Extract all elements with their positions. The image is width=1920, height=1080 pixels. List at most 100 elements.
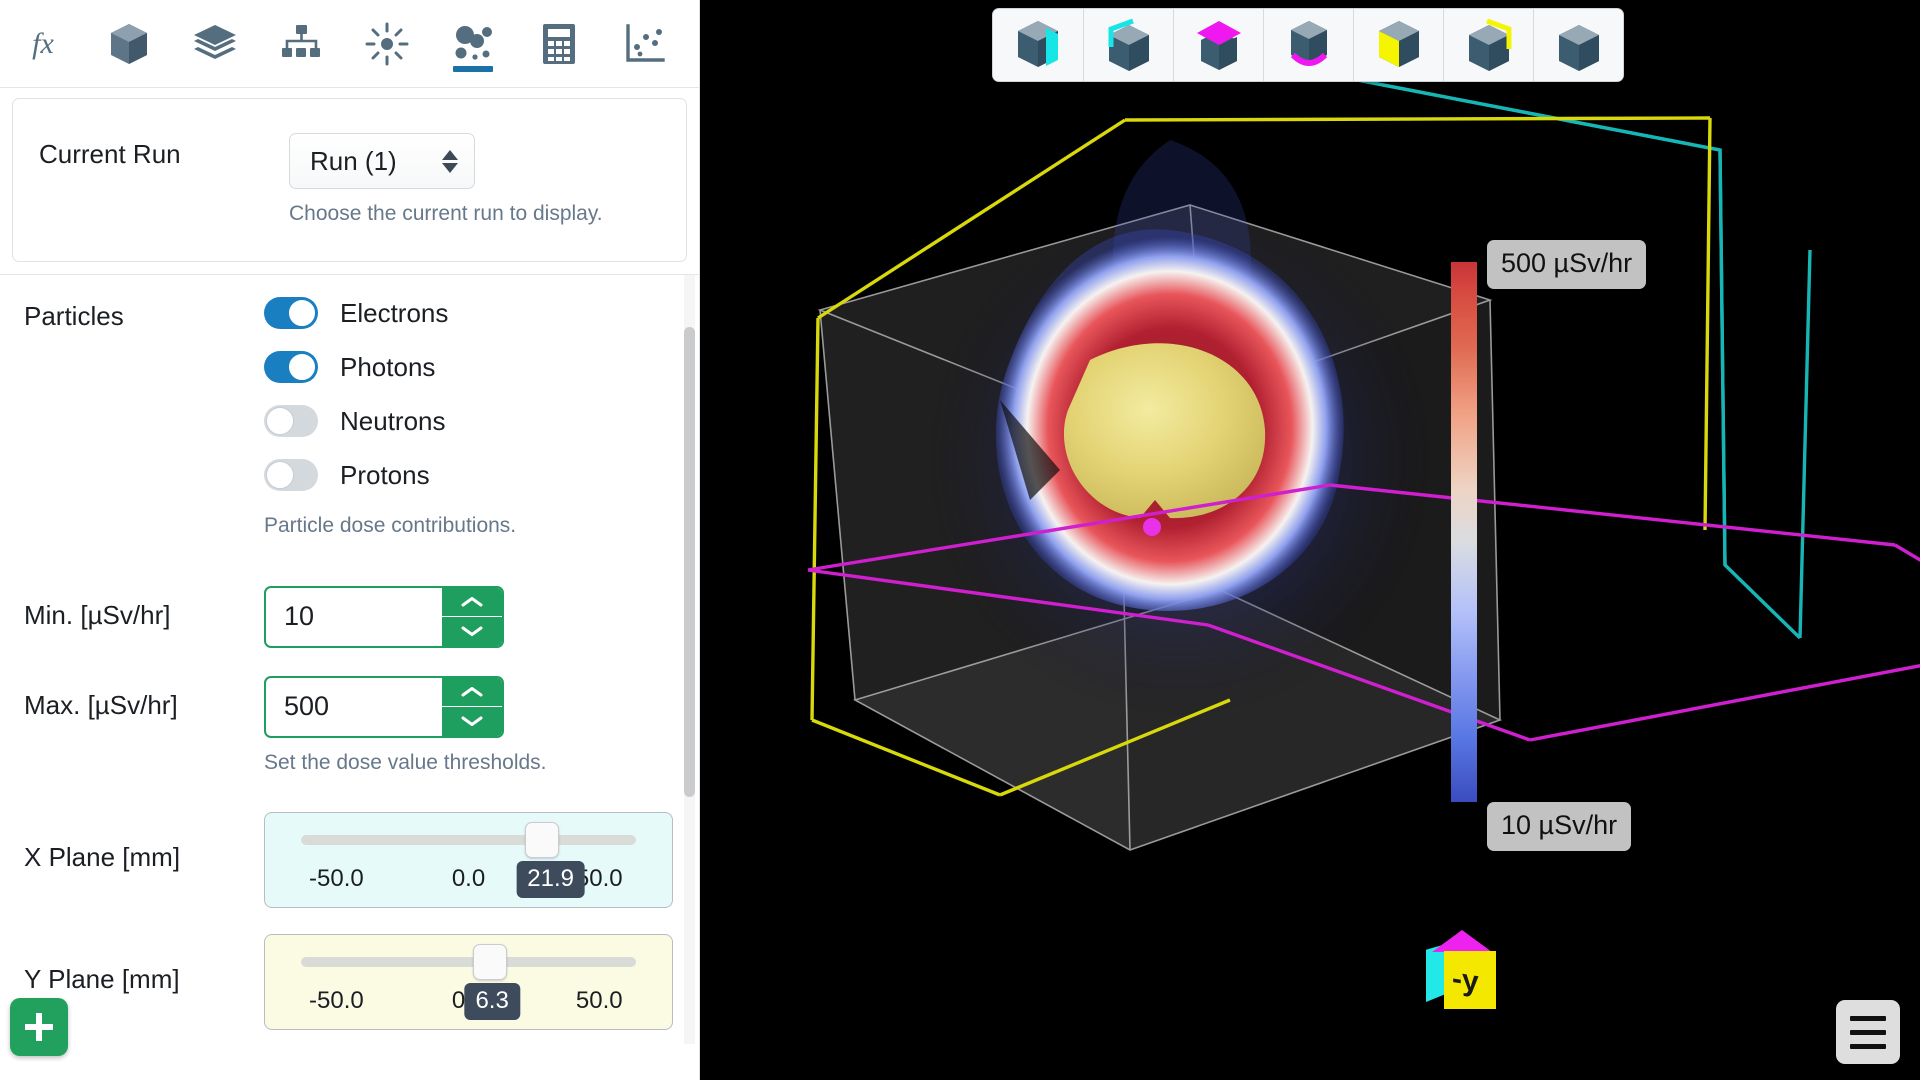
x-plane-ticks: -50.0 0.0 50.0 21.9 [281,860,656,899]
scatter-plot-icon [626,23,665,62]
thresholds-helper: Set the dose value thresholds. [264,750,547,774]
source-button[interactable] [344,0,430,88]
toggle-label-electrons: Electrons [340,297,449,328]
cube-cyan-right-icon [1018,21,1058,67]
view-y-plane-edge-button[interactable] [1443,9,1533,81]
toggle-row-neutrons: Neutrons [264,405,673,438]
dose-visualization [807,66,1920,851]
add-button[interactable] [10,998,68,1056]
y-plane-slider-card: -50.0 0.0 50.0 6.3 [264,933,673,1030]
min-threshold-input[interactable]: 10 [266,588,442,646]
svg-text:fx: fx [32,27,54,60]
particles-helper: Particle dose contributions. [264,514,517,538]
max-threshold-field: 500 Set the dose value thresholds. [264,675,673,776]
results-plot-button[interactable] [602,0,688,88]
layers-button[interactable] [172,0,258,88]
calculator-icon [543,23,575,64]
toggle-photons[interactable] [264,351,318,384]
min-threshold-buttons [442,587,502,646]
toggle-row-protons: Protons [264,459,673,492]
max-threshold-input[interactable]: 500 [266,678,442,736]
view-z-plane-top-button[interactable] [1173,9,1263,81]
particles-label: Particles [24,301,124,332]
formula-icon-button[interactable]: fx [0,0,86,88]
y-plane-label: Y Plane [mm] [24,963,180,994]
min-threshold-stepper[interactable]: 10 [264,585,504,648]
chevron-down-icon [461,716,483,727]
max-threshold-label: Max. [µSv/hr] [24,689,178,720]
max-threshold-buttons [442,677,502,736]
cube-plain-icon [1558,25,1599,71]
toggle-neutrons[interactable] [264,405,318,438]
plus-icon [25,1013,53,1041]
settings-scrollbar-thumb[interactable] [684,327,695,798]
cube-yellow-left-icon [1378,21,1419,67]
cube-cyan-edge-icon [1108,18,1149,71]
y-plane-max-tick: 50.0 [575,986,623,1014]
toggle-label-photons: Photons [340,351,436,382]
module-toolbar: fx [0,0,699,88]
toggle-row-electrons: Electrons [264,297,673,330]
orientation-cube[interactable]: -y [1418,926,1514,1022]
view-z-plane-bottom-button[interactable] [1263,9,1353,81]
x-plane-label: X Plane [mm] [24,841,181,872]
particles-dose-button[interactable] [430,0,516,88]
active-tab-indicator [453,65,493,72]
current-run-helper: Choose the current run to display. [289,202,603,225]
x-plane-handle[interactable] [524,821,559,858]
current-run-select[interactable]: Run (1) [289,133,475,189]
cube-icon [111,23,147,64]
toggle-label-neutrons: Neutrons [340,405,446,436]
current-run-label: Current Run [39,139,181,169]
formula-icon: fx [32,27,54,60]
inner-isosurface [1063,343,1266,519]
x-plane-value-bubble: 21.9 [516,860,585,898]
settings-pane: Particles Electrons Photons Neutrons Pro… [0,274,699,1045]
colorbar-max-label: 500 µSv/hr [1487,240,1647,289]
colorbar-min-label: 10 µSv/hr [1487,802,1632,851]
min-increment-button[interactable] [442,588,502,617]
x-plane-track[interactable] [301,821,636,858]
menu-bar-3 [1850,1043,1886,1049]
3d-viewer[interactable]: 500 µSv/hr 10 µSv/hr -y [700,0,1920,1080]
view-reset-button[interactable] [1533,9,1623,81]
cube-magenta-bottom-icon [1290,21,1327,66]
min-decrement-button[interactable] [442,616,502,646]
current-run-card: Current Run Run (1) Choose the current r… [12,98,687,263]
y-plane-field: -50.0 0.0 50.0 6.3 [264,933,673,1030]
x-plane-field: -50.0 0.0 50.0 21.9 [264,811,673,908]
min-threshold-section: Min. [µSv/hr] 10 [0,585,699,648]
min-threshold-label: Min. [µSv/hr] [24,599,171,630]
y-plane-ticks: -50.0 0.0 50.0 6.3 [281,982,656,1021]
view-x-plane-right-button[interactable] [993,9,1083,81]
viewer-menu-button[interactable] [1836,1000,1900,1064]
chevron-up-icon [461,596,483,607]
application-root: fx Current Run Run (1) Choose the curren… [0,0,1920,1080]
particles-section: Particles Electrons Photons Neutrons Pro… [0,297,699,539]
toggle-electrons[interactable] [264,297,318,330]
max-threshold-section: Max. [µSv/hr] 500 Set the dose value thr… [0,675,699,776]
particles-icon [455,25,492,60]
calculator-button[interactable] [516,0,602,88]
current-run-field: Run (1) Choose the current run to displa… [289,133,660,227]
toggle-protons[interactable] [264,459,318,492]
x-plane-mid-tick: 0.0 [451,864,486,892]
max-threshold-stepper[interactable]: 500 [264,675,504,738]
x-plane-min-tick: -50.0 [309,864,364,892]
source-sun-icon [365,22,409,65]
geometry-cube-button[interactable] [86,0,172,88]
orientation-cube-left-face [1426,944,1446,1002]
max-increment-button[interactable] [442,678,502,707]
particles-toggles: Electrons Photons Neutrons Protons Parti… [264,297,673,539]
view-preset-toolbar [992,8,1624,82]
view-x-plane-edge-button[interactable] [1083,9,1173,81]
settings-scrollbar[interactable] [684,275,695,1045]
source-marker [1143,518,1161,536]
y-plane-track[interactable] [301,943,636,980]
y-plane-handle[interactable] [472,943,507,980]
hierarchy-button[interactable] [258,0,344,88]
menu-bar-2 [1850,1029,1886,1035]
max-decrement-button[interactable] [442,706,502,736]
view-y-plane-left-button[interactable] [1353,9,1443,81]
chevron-down-icon [461,626,483,637]
